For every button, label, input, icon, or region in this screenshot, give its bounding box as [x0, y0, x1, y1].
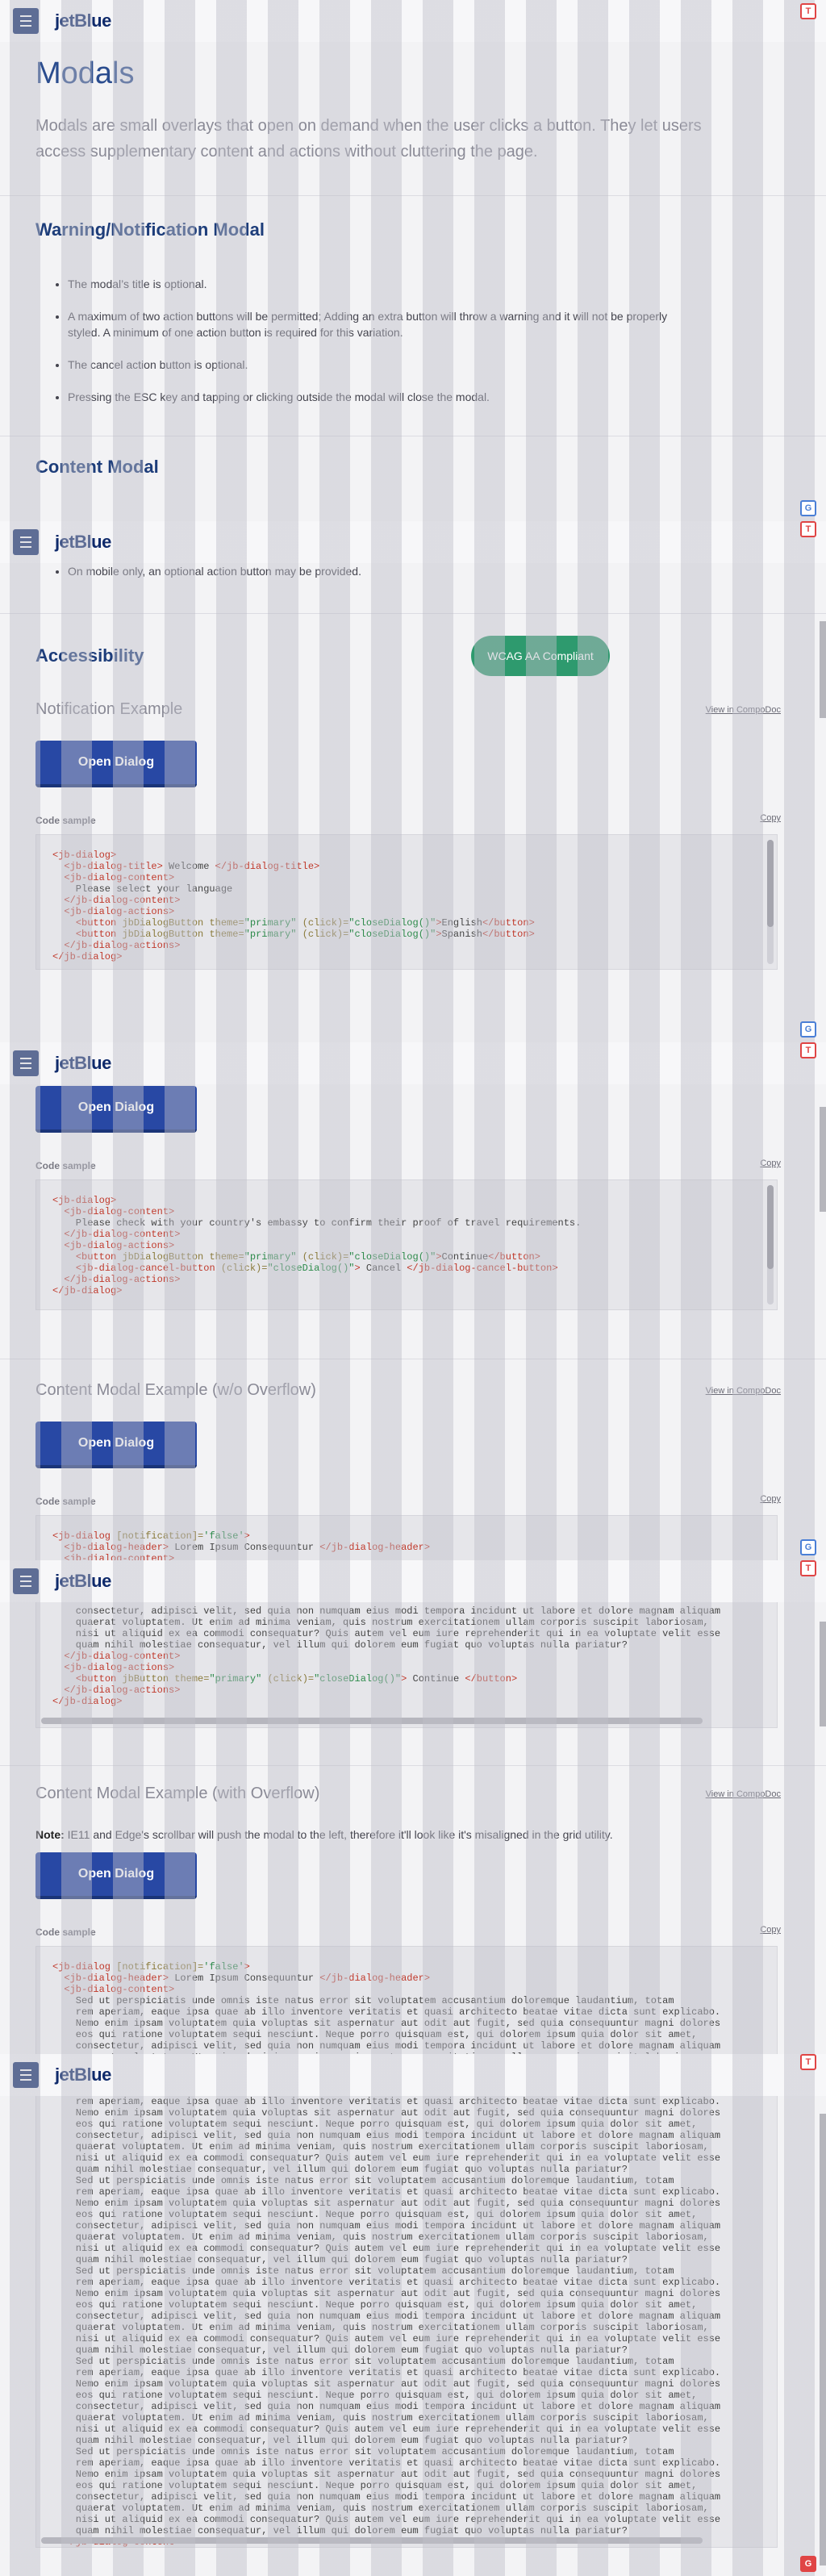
- code-sample-label: Code sample: [35, 1160, 96, 1171]
- jetblue-logo[interactable]: jetBlue: [55, 10, 111, 31]
- open-dialog-button[interactable]: Open Dialog: [35, 741, 197, 787]
- site-header: jetBlue: [0, 1042, 826, 1084]
- divider: [0, 1765, 826, 1766]
- copy-link[interactable]: Copy: [760, 813, 781, 823]
- open-dialog-button[interactable]: Open Dialog: [35, 1086, 197, 1133]
- hamburger-menu-icon[interactable]: [13, 2062, 39, 2088]
- section-title-content: Content Modal: [35, 457, 159, 477]
- note-text: IE11 and Edge's scrollbar will push the …: [64, 1828, 613, 1841]
- code-block[interactable]: rem aperiam, eaque ipsa quae ab illo inv…: [35, 2096, 778, 2548]
- copy-link[interactable]: Copy: [760, 1159, 781, 1168]
- site-header: jetBlue: [0, 1560, 826, 1602]
- section-title-accessibility: Accessibility: [35, 645, 144, 666]
- page-scrollbar[interactable]: [820, 621, 826, 718]
- page-intro: Modals are small overlays that open on d…: [35, 117, 702, 161]
- code-horizontal-scrollbar[interactable]: [41, 1718, 703, 1724]
- list-item: A maximum of two action buttons will be …: [68, 308, 681, 340]
- toggle-g-icon[interactable]: G: [800, 1539, 816, 1555]
- toggle-t-icon[interactable]: T: [800, 1560, 816, 1576]
- example-title-content-overflow: Content Modal Example (with Overflow): [35, 1785, 320, 1802]
- code-block[interactable]: <jb-dialog> <jb-dialog-title> Welcome </…: [35, 834, 778, 970]
- section-title-warning: Warning/Notification Modal: [35, 219, 265, 240]
- code-block[interactable]: consectetur, adipisci velit, sed quia no…: [35, 1602, 778, 1728]
- list-item: The cancel action button is optional.: [68, 357, 681, 373]
- site-header: jetBlue: [0, 521, 826, 563]
- code-scrollbar[interactable]: [767, 840, 774, 964]
- code-scrollbar[interactable]: [767, 1185, 774, 1305]
- page-scrollbar[interactable]: [820, 1107, 826, 1212]
- page-scrollbar[interactable]: [820, 2114, 826, 2566]
- toggle-g-icon[interactable]: G: [800, 2556, 816, 2572]
- code-sample-label: Code sample: [35, 1496, 96, 1507]
- compodoc-link[interactable]: View in CompoDoc: [706, 1386, 781, 1396]
- wcag-badge: WCAG AA Compliant: [471, 636, 610, 676]
- toggle-t-icon[interactable]: T: [800, 1042, 816, 1058]
- jetblue-logo[interactable]: jetBlue: [55, 1571, 111, 1592]
- compodoc-link[interactable]: View in CompoDoc: [706, 1789, 781, 1799]
- toggle-g-icon[interactable]: G: [800, 1021, 816, 1037]
- code-sample-label: Code sample: [35, 815, 96, 826]
- copy-link[interactable]: Copy: [760, 1494, 781, 1504]
- toggle-t-icon[interactable]: T: [800, 2054, 816, 2070]
- hamburger-menu-icon[interactable]: [13, 8, 39, 34]
- copy-link[interactable]: Copy: [760, 1925, 781, 1935]
- ie-note: Note: IE11 and Edge's scrollbar will pus…: [35, 1828, 613, 1841]
- toggle-g-icon[interactable]: G: [800, 500, 816, 516]
- divider: [0, 613, 826, 614]
- example-title-notification: Notification Example: [35, 700, 183, 718]
- toggle-t-icon[interactable]: T: [800, 3, 816, 19]
- content-bullets: On mobile only, an optional action butto…: [68, 563, 681, 595]
- code-block[interactable]: <jb-dialog [notification]='false'> <jb-d…: [35, 1515, 778, 1564]
- list-item: Pressing the ESC key and tapping or clic…: [68, 389, 681, 405]
- hamburger-menu-icon[interactable]: [13, 529, 39, 555]
- site-header: jetBlue: [0, 2054, 826, 2096]
- warning-bullets: The modal’s title is optional. A maximum…: [68, 276, 681, 421]
- list-item: On mobile only, an optional action butto…: [68, 563, 681, 579]
- code-horizontal-scrollbar[interactable]: [41, 2537, 703, 2544]
- compodoc-link[interactable]: View in CompoDoc: [706, 705, 781, 715]
- example-title-content-no-overflow: Content Modal Example (w/o Overflow): [35, 1381, 316, 1399]
- code-block[interactable]: <jb-dialog> <jb-dialog-content> Please c…: [35, 1179, 778, 1310]
- divider: [0, 195, 826, 196]
- toggle-t-icon[interactable]: T: [800, 521, 816, 537]
- hamburger-menu-icon[interactable]: [13, 1568, 39, 1594]
- jetblue-logo[interactable]: jetBlue: [55, 1053, 111, 1074]
- jetblue-logo[interactable]: jetBlue: [55, 2065, 111, 2085]
- open-dialog-button[interactable]: Open Dialog: [35, 1422, 197, 1468]
- code-sample-label: Code sample: [35, 1927, 96, 1938]
- list-item: The modal’s title is optional.: [68, 276, 681, 292]
- site-header: jetBlue: [0, 0, 826, 42]
- jetblue-logo[interactable]: jetBlue: [55, 532, 111, 553]
- code-block[interactable]: <jb-dialog [notification]='false'> <jb-d…: [35, 1946, 778, 2056]
- note-label: Note:: [35, 1828, 65, 1841]
- open-dialog-button[interactable]: Open Dialog: [35, 1852, 197, 1899]
- page-scrollbar[interactable]: [820, 1622, 826, 1726]
- page-title: Modals: [35, 56, 135, 90]
- hamburger-menu-icon[interactable]: [13, 1050, 39, 1076]
